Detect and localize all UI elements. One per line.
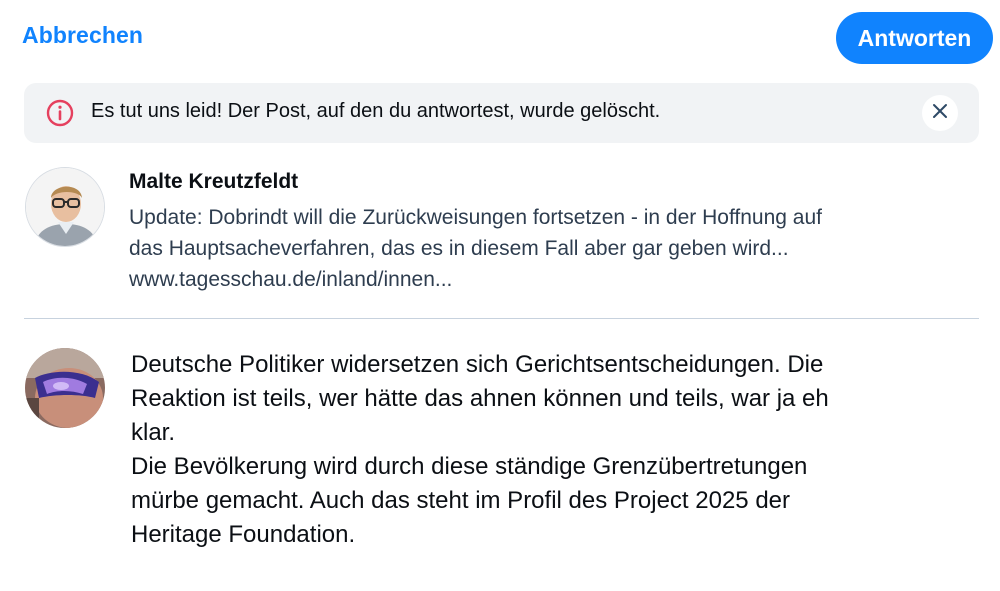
reply-text-line: Reaktion ist teils, wer hätte das ahnen … (131, 385, 829, 412)
quoted-post-text: Update: Dobrindt will die Zurückweisunge… (129, 202, 979, 295)
reply-text-line: klar. (131, 419, 176, 446)
reply-text-line: mürbe gemacht. Auch das steht im Profil … (131, 487, 791, 514)
reply-button[interactable]: Antworten (836, 12, 993, 64)
info-circle-icon (46, 99, 74, 127)
reply-text-line: Heritage Foundation. (131, 521, 356, 548)
notice-text: Es tut uns leid! Der Post, auf den du an… (91, 100, 661, 122)
deleted-post-notice: Es tut uns leid! Der Post, auf den du an… (24, 83, 979, 143)
close-icon (932, 103, 948, 124)
divider (24, 318, 979, 319)
quoted-link[interactable]: www.tagesschau.de/inland/innen... (129, 264, 979, 295)
reply-composer: Abbrechen Antworten Es tut uns leid! Der… (0, 0, 1000, 591)
reply-text-line: Die Bevölkerung wird durch diese ständig… (131, 453, 808, 480)
quoted-author-name[interactable]: Malte Kreutzfeldt (129, 170, 298, 194)
reply-text[interactable]: Deutsche Politiker widersetzen sich Geri… (131, 348, 981, 552)
user-avatar[interactable] (25, 348, 105, 428)
reply-text-line: Deutsche Politiker widersetzen sich Geri… (131, 351, 824, 378)
quoted-text-line: Update: Dobrindt will die Zurückweisunge… (129, 206, 822, 229)
cancel-button[interactable]: Abbrechen (22, 22, 143, 49)
quoted-author-avatar[interactable] (25, 167, 105, 247)
quoted-text-line: das Hauptsacheverfahren, das es in diese… (129, 237, 789, 260)
notice-close-button[interactable] (922, 95, 958, 131)
